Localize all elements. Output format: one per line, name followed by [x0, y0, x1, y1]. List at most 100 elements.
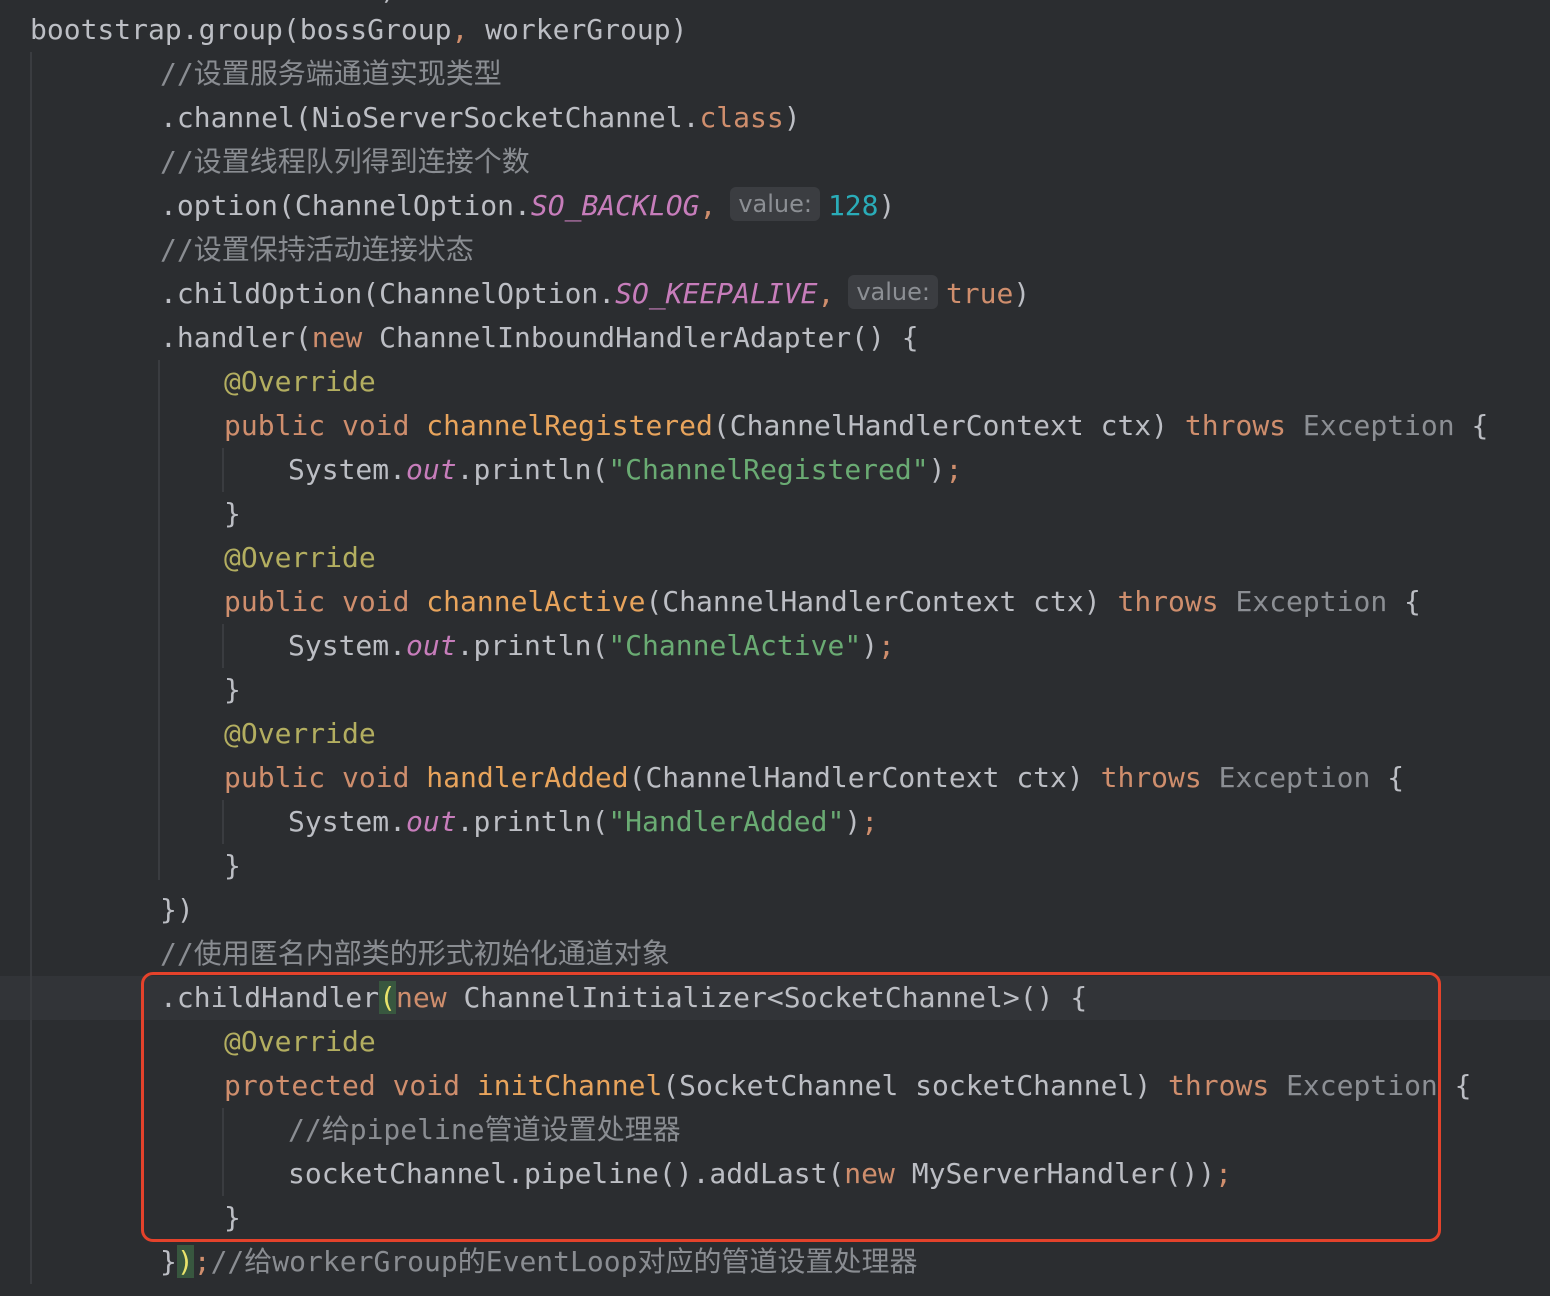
code-token: }	[224, 1201, 241, 1234]
code-token: )	[928, 453, 946, 486]
code-token: //设置服务端通道实现类型	[160, 57, 502, 90]
code-token: public void	[224, 585, 427, 618]
code-token: ;	[1215, 1157, 1233, 1190]
code-token: .childOption(ChannelOption.	[160, 277, 616, 310]
code-token: channelActive	[426, 585, 646, 618]
code-token: protected void	[224, 1069, 477, 1102]
code-token: .println(	[456, 453, 609, 486]
code-token: socketChannel.pipeline().addLast(	[288, 1157, 845, 1190]
code-token: )	[844, 805, 862, 838]
code-line[interactable]: .childHandler(new ChannelInitializer<Soc…	[0, 976, 1550, 1020]
code-token: )	[176, 1245, 194, 1278]
code-line[interactable]: .channel(NioServerSocketChannel.class)	[0, 96, 1550, 140]
code-token: SO_KEEPALIVE	[615, 277, 818, 310]
code-token: 128	[827, 189, 879, 222]
code-token: @Override	[224, 365, 376, 398]
code-token: throws	[1100, 761, 1219, 794]
code-token: //设置线程队列得到连接个数	[160, 145, 530, 178]
code-token: throws	[1184, 409, 1303, 442]
code-line[interactable]: @Override	[0, 712, 1550, 756]
code-token: @Override	[224, 1025, 376, 1058]
code-token: ,	[699, 189, 717, 222]
code-token: {	[1370, 761, 1405, 794]
code-line[interactable]: public void channelActive(ChannelHandler…	[0, 580, 1550, 624]
code-token: //设置保持活动连接状态	[160, 233, 474, 266]
code-token: "HandlerAdded"	[608, 805, 845, 838]
code-line[interactable]: System.out.println("ChannelActive");	[0, 624, 1550, 668]
code-token: }	[160, 1245, 177, 1278]
code-line[interactable]: public void channelRegistered(ChannelHan…	[0, 404, 1550, 448]
code-token: ChannelInboundHandlerAdapter() {	[379, 321, 919, 354]
code-line[interactable]: });//给workerGroup的EventLoop对应的管道设置处理器	[0, 1240, 1550, 1284]
code-token: "ChannelActive"	[608, 629, 862, 662]
code-token: initChannel	[476, 1069, 663, 1102]
code-line[interactable]: //设置线程队列得到连接个数	[0, 140, 1550, 184]
indent-guide	[222, 1108, 224, 1196]
code-token: //给pipeline管道设置处理器	[288, 1113, 681, 1146]
code-editor[interactable]: ) bootstrap.group(bossGroup, workerGroup…	[0, 0, 1550, 1296]
code-token: ,	[451, 13, 486, 46]
code-token: //使用匿名内部类的形式初始化通道对象	[160, 937, 670, 970]
indent-guide	[158, 360, 160, 880]
code-line[interactable]: //设置服务端通道实现类型	[0, 52, 1550, 96]
code-token: (ChannelHandlerContext ctx)	[712, 409, 1185, 442]
code-token: ;	[193, 1245, 211, 1278]
code-token: ,	[817, 277, 835, 310]
code-token: new	[844, 1157, 912, 1190]
code-line[interactable]: System.out.println("HandlerAdded");	[0, 800, 1550, 844]
code-token: (ChannelHandlerContext ctx)	[628, 761, 1101, 794]
code-token: ;	[861, 805, 879, 838]
code-line[interactable]: }	[0, 1196, 1550, 1240]
code-token: throws	[1168, 1069, 1287, 1102]
code-line[interactable]: socketChannel.pipeline().addLast(new MyS…	[0, 1152, 1550, 1196]
code-token: .option(ChannelOption.	[160, 189, 531, 222]
code-token: @Override	[224, 717, 376, 750]
code-line[interactable]: .childOption(ChannelOption.SO_KEEPALIVE,…	[0, 272, 1550, 316]
code-line[interactable]: bootstrap.group(bossGroup, workerGroup)	[0, 8, 1550, 52]
code-token: Exception	[1286, 1069, 1438, 1102]
parameter-hint: value:	[848, 275, 938, 309]
code-line[interactable]: //给pipeline管道设置处理器	[0, 1108, 1550, 1152]
code-line[interactable]: .option(ChannelOption.SO_BACKLOG, value: 1…	[0, 184, 1550, 228]
code-token: handlerAdded	[426, 761, 629, 794]
code-token: )	[783, 101, 801, 134]
code-token: bootstrap.group(bossGroup	[30, 13, 452, 46]
code-token: (	[379, 981, 397, 1014]
code-line[interactable]: })	[0, 888, 1550, 932]
code-token: ;	[945, 453, 963, 486]
code-token: (SocketChannel socketChannel)	[662, 1069, 1169, 1102]
code-line[interactable]: //设置保持活动连接状态	[0, 228, 1550, 272]
code-token: throws	[1117, 585, 1236, 618]
code-token: System.	[288, 453, 407, 486]
code-line[interactable]: System.out.println("ChannelRegistered");	[0, 448, 1550, 492]
code-line[interactable]: //使用匿名内部类的形式初始化通道对象	[0, 932, 1550, 976]
code-token: "ChannelRegistered"	[608, 453, 929, 486]
code-line[interactable]: }	[0, 492, 1550, 536]
code-line[interactable]: .handler(new ChannelInboundHandlerAdapte…	[0, 316, 1550, 360]
code-token: Exception	[1235, 585, 1388, 618]
code-token: ChannelInitializer<SocketChannel>() {	[463, 981, 1088, 1014]
code-token: (ChannelHandlerContext ctx)	[645, 585, 1118, 618]
code-token: .handler(	[160, 321, 312, 354]
code-token: MyServerHandler())	[911, 1157, 1216, 1190]
code-token: .println(	[456, 629, 609, 662]
indent-guide	[222, 800, 224, 844]
code-line[interactable]: }	[0, 668, 1550, 712]
indent-guide	[222, 448, 224, 492]
code-line[interactable]: @Override	[0, 1020, 1550, 1064]
code-token: public void	[224, 409, 427, 442]
code-line[interactable]: protected void initChannel(SocketChannel…	[0, 1064, 1550, 1108]
parameter-hint: value:	[730, 187, 820, 221]
code-token: )	[861, 629, 879, 662]
code-token: Exception	[1218, 761, 1371, 794]
code-line[interactable]: public void handlerAdded(ChannelHandlerC…	[0, 756, 1550, 800]
code-line[interactable]: @Override	[0, 360, 1550, 404]
code-token: )	[878, 189, 896, 222]
code-token: .println(	[456, 805, 609, 838]
code-token: channelRegistered	[426, 409, 713, 442]
code-line[interactable]: @Override	[0, 536, 1550, 580]
code-token: )	[1013, 277, 1031, 310]
code-line[interactable]: }	[0, 844, 1550, 888]
code-token: out	[406, 805, 457, 838]
code-token: System.	[288, 629, 407, 662]
